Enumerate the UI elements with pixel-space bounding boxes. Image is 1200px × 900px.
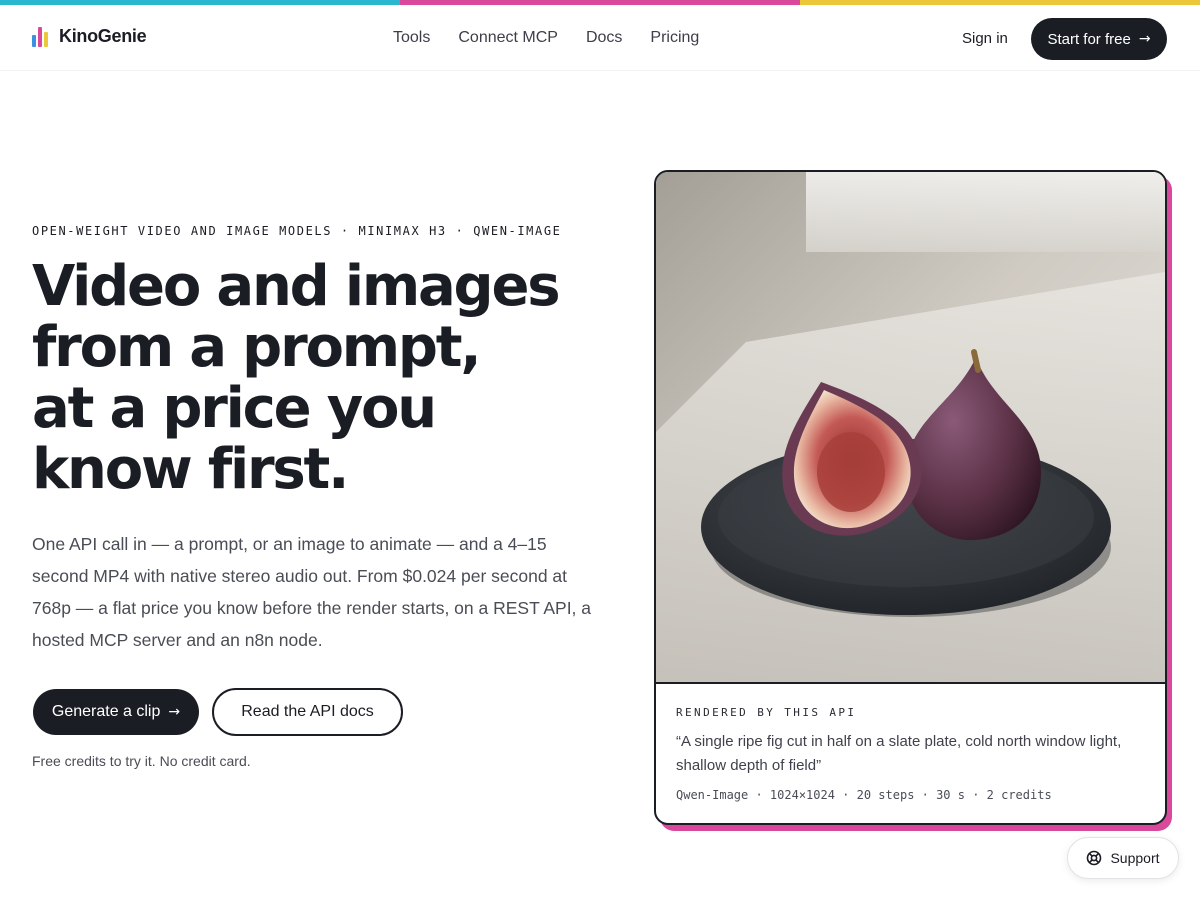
support-button[interactable]: Support: [1067, 837, 1179, 879]
nav-link-tools[interactable]: Tools: [393, 29, 430, 47]
read-api-docs-label: Read the API docs: [241, 703, 374, 720]
main-menu: Tools Connect MCP Docs Pricing: [393, 29, 699, 47]
lifebuoy-icon: [1087, 850, 1102, 866]
card-caption: RENDERED BY THIS API “A single ripe fig …: [676, 706, 1146, 802]
arrow-right-icon: →: [1138, 31, 1151, 47]
hero-eyebrow: OPEN-WEIGHT VIDEO AND IMAGE MODELS · MIN…: [32, 224, 562, 238]
headline-line: at a price you: [32, 376, 437, 441]
generate-clip-label: Generate a clip: [51, 703, 161, 720]
nav-link-pricing[interactable]: Pricing: [650, 29, 699, 47]
sample-render-card: RENDERED BY THIS API “A single ripe fig …: [654, 170, 1167, 825]
generate-clip-button[interactable]: Generate a clip →: [33, 689, 199, 735]
top-nav: KinoGenie Tools Connect MCP Docs Pricing…: [0, 5, 1200, 71]
nav-link-connect-mcp[interactable]: Connect MCP: [458, 29, 558, 47]
headline-line: know first.: [32, 437, 349, 502]
hero-headline: Video and images from a prompt, at a pri…: [32, 256, 632, 500]
brand[interactable]: KinoGenie: [32, 26, 147, 47]
rendered-label: RENDERED BY THIS API: [676, 706, 857, 719]
start-for-free-button[interactable]: Start for free →: [1031, 18, 1167, 60]
fig-sample-image: [656, 172, 1165, 684]
brand-name: KinoGenie: [59, 26, 147, 46]
support-label: Support: [1110, 850, 1160, 866]
headline-line: Video and images: [32, 254, 561, 319]
read-api-docs-button[interactable]: Read the API docs: [212, 688, 403, 736]
render-specs: Qwen-Image · 1024×1024 · 20 steps · 30 s…: [676, 788, 1052, 802]
nav-link-docs[interactable]: Docs: [586, 29, 622, 47]
arrow-right-icon: →: [168, 704, 181, 720]
prompt-quote: “A single ripe fig cut in half on a slat…: [676, 733, 1122, 774]
headline-line: from a prompt,: [32, 315, 482, 380]
sign-in-link[interactable]: Sign in: [962, 30, 1008, 47]
free-credits-note: Free credits to try it. No credit card.: [32, 753, 251, 769]
start-for-free-label: Start for free: [1047, 30, 1131, 48]
hero-description: One API call in — a prompt, or an image …: [32, 534, 592, 650]
bar-chart-logo-icon: [32, 26, 50, 47]
fig-photo: [656, 172, 1165, 682]
